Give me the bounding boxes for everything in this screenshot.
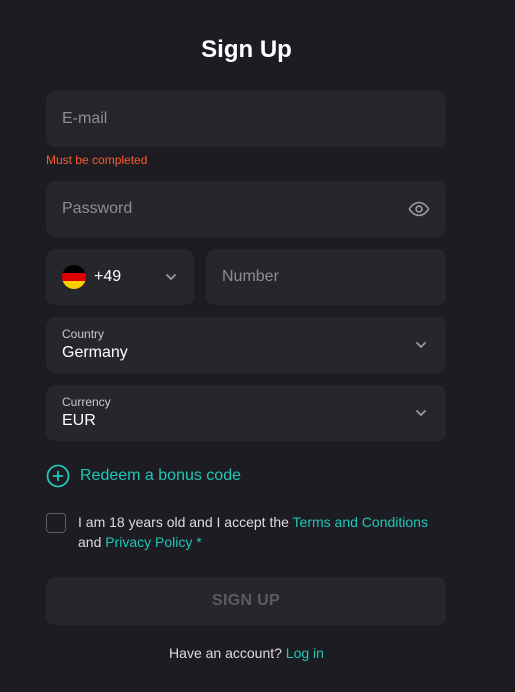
terms-link[interactable]: Terms and Conditions [293, 514, 428, 530]
chevron-down-icon [416, 342, 426, 348]
password-placeholder: Password [62, 200, 133, 217]
chevron-down-icon [166, 274, 176, 280]
phone-number-field[interactable]: Number [206, 249, 446, 305]
number-placeholder: Number [222, 268, 279, 285]
phone-code-value: +49 [94, 268, 122, 285]
password-field[interactable]: Password [46, 181, 446, 237]
email-field[interactable]: E-mail [46, 91, 446, 147]
page-title: Sign Up [201, 36, 292, 63]
consent-text: I am 18 years old and I accept the Terms… [78, 512, 448, 552]
plus-circle-icon [46, 464, 70, 488]
email-placeholder: E-mail [62, 110, 108, 127]
chevron-down-icon [416, 410, 426, 416]
country-value: Germany [62, 344, 128, 361]
germany-flag-icon [62, 265, 86, 289]
currency-value: EUR [62, 412, 96, 429]
login-link[interactable]: Log in [286, 645, 324, 661]
sign-up-button[interactable]: SIGN UP [46, 577, 446, 625]
country-label: Country [62, 327, 105, 341]
currency-select[interactable]: Currency EUR [46, 385, 446, 441]
consent-prefix: I am 18 years old and I accept the [78, 514, 293, 530]
required-mark: * [196, 534, 202, 550]
email-error-message: Must be completed [46, 153, 148, 167]
phone-code-select[interactable]: +49 [46, 249, 194, 305]
privacy-policy-link[interactable]: Privacy Policy [105, 534, 192, 550]
eye-icon[interactable] [408, 198, 430, 220]
currency-label: Currency [62, 395, 111, 409]
redeem-bonus-label: Redeem a bonus code [80, 467, 241, 484]
have-account-text: Have an account? [169, 645, 282, 661]
redeem-bonus-button[interactable]: Redeem a bonus code [46, 464, 241, 488]
consent-and: and [78, 534, 102, 550]
country-select[interactable]: Country Germany [46, 317, 446, 373]
login-prompt: Have an account? Log in [0, 645, 493, 661]
age-consent-checkbox[interactable] [46, 513, 66, 533]
